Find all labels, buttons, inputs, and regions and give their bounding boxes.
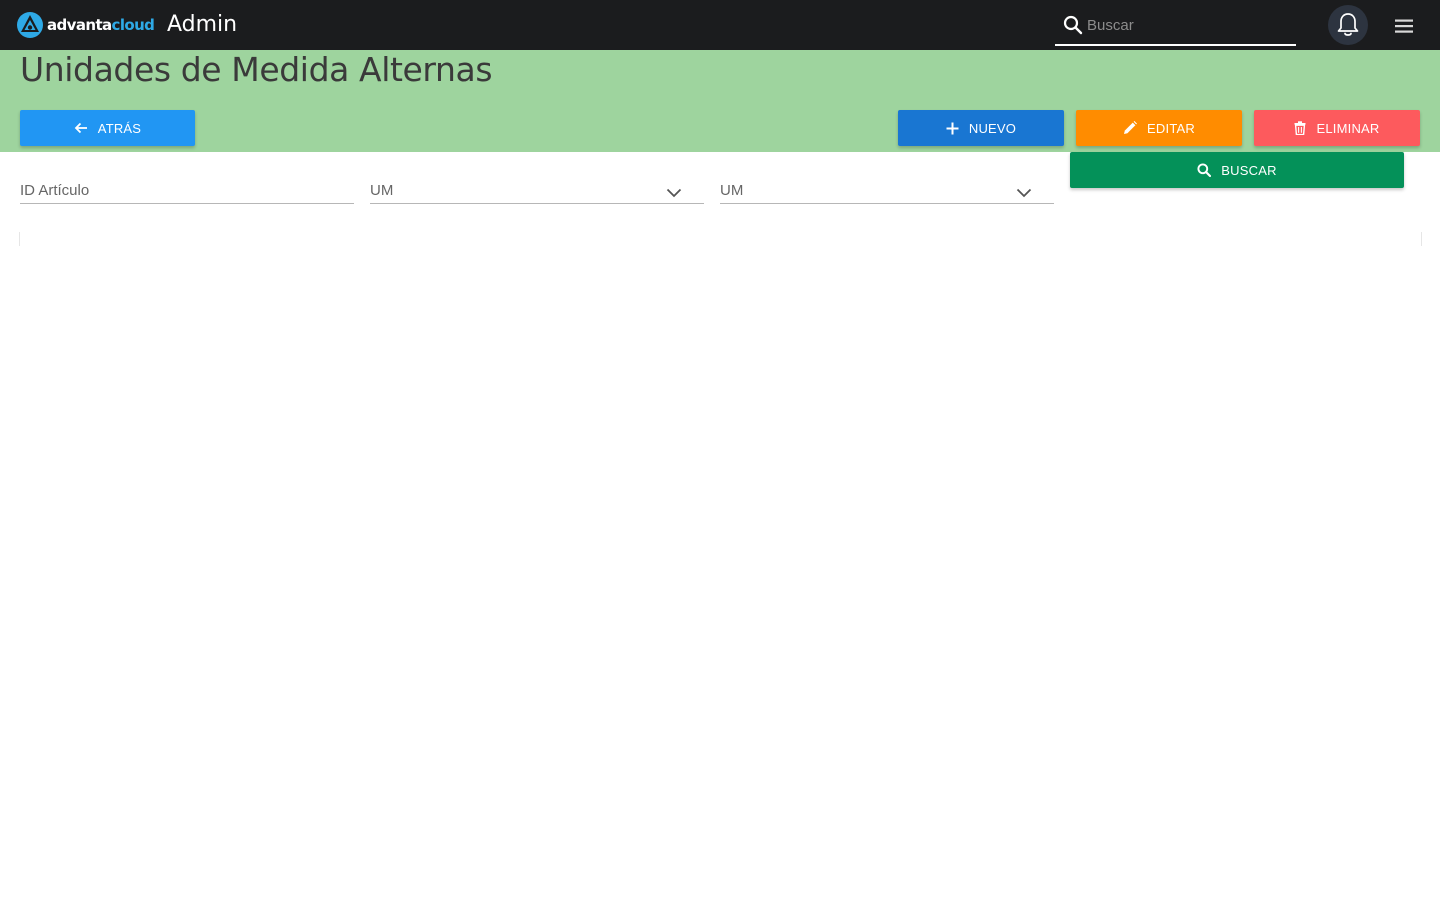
id-articulo-field bbox=[20, 178, 354, 204]
chevron-down-icon bbox=[1016, 188, 1032, 198]
advantacloud-logo-icon bbox=[17, 12, 43, 38]
notifications-button[interactable] bbox=[1328, 5, 1368, 45]
page-header: Unidades de Medida Alternas ATRÁS NUEVO … bbox=[0, 50, 1440, 152]
pencil-icon bbox=[1124, 121, 1138, 134]
delete-button-label: ELIMINAR bbox=[1316, 120, 1380, 136]
new-button[interactable]: NUEVO bbox=[898, 110, 1064, 146]
results-table bbox=[19, 232, 1422, 246]
um-from-select[interactable]: UM bbox=[370, 178, 704, 204]
global-search bbox=[1055, 6, 1296, 46]
trash-icon bbox=[1294, 121, 1306, 135]
brand-accent: cloud bbox=[111, 16, 155, 34]
edit-button-label: EDITAR bbox=[1147, 120, 1195, 136]
edit-button[interactable]: EDITAR bbox=[1076, 110, 1242, 146]
arrow-left-icon bbox=[74, 122, 87, 134]
delete-button[interactable]: ELIMINAR bbox=[1254, 110, 1420, 146]
back-button[interactable]: ATRÁS bbox=[20, 110, 195, 146]
search-icon bbox=[1063, 15, 1083, 35]
bell-icon bbox=[1337, 13, 1359, 36]
um-to-label: UM bbox=[720, 182, 744, 199]
id-articulo-input[interactable] bbox=[20, 178, 354, 202]
back-button-label: ATRÁS bbox=[97, 120, 142, 136]
search-button-label: BUSCAR bbox=[1221, 162, 1277, 178]
search-icon bbox=[1197, 163, 1212, 177]
new-button-label: NUEVO bbox=[968, 120, 1017, 136]
um-to-select[interactable]: UM bbox=[720, 178, 1054, 204]
chevron-down-icon bbox=[666, 188, 682, 198]
app-title: Admin bbox=[167, 12, 238, 37]
global-search-input[interactable] bbox=[1087, 12, 1287, 38]
plus-icon bbox=[946, 122, 959, 134]
brand-logo[interactable]: advantacloud bbox=[16, 11, 155, 39]
brand-prefix: advanta bbox=[47, 16, 112, 34]
page-title: Unidades de Medida Alternas bbox=[20, 50, 493, 89]
main-menu-button[interactable] bbox=[1390, 15, 1418, 37]
um-from-label: UM bbox=[370, 182, 394, 199]
hamburger-menu-icon bbox=[1395, 19, 1413, 33]
brand-wordmark: advantacloud bbox=[47, 11, 155, 39]
top-navbar: advantacloud Admin bbox=[0, 0, 1440, 50]
search-button[interactable]: BUSCAR bbox=[1070, 152, 1404, 188]
